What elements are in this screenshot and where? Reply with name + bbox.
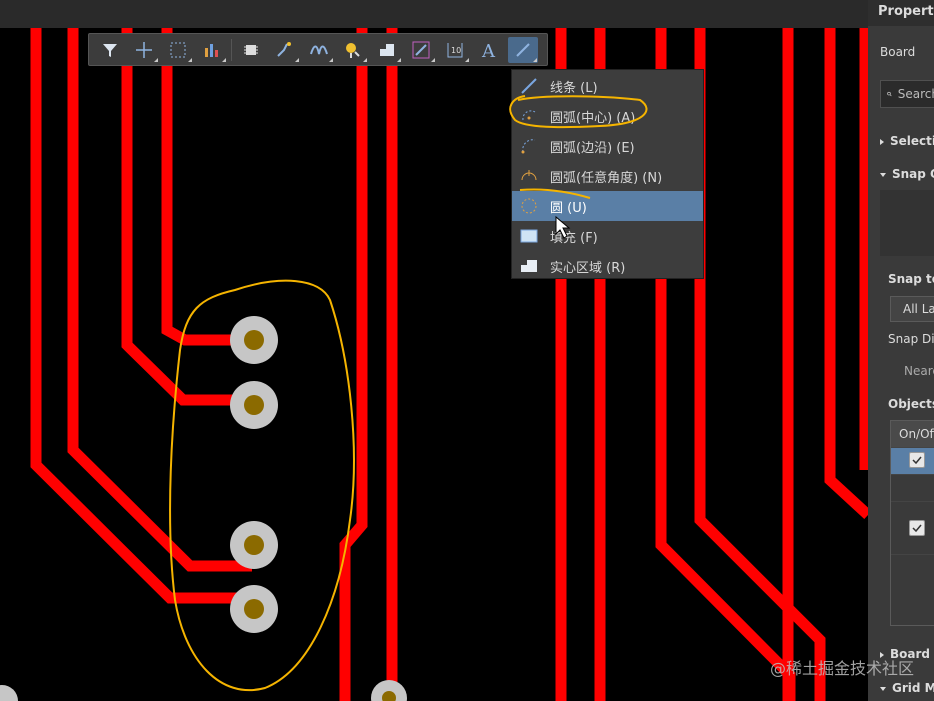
track [339,28,368,701]
cross-icon [136,41,152,58]
menu-item-circle[interactable]: 圆 (U) [512,191,703,221]
chart-icon [205,43,218,57]
filter-icon [103,43,117,57]
route-icon [277,41,291,57]
track [161,28,252,346]
section-grid-manager[interactable]: Grid Manager [880,681,934,695]
solid-region-icon [518,255,540,277]
arc-edge-icon [518,135,540,157]
menu-item-label: 线条 (L) [550,80,598,96]
polygon-button[interactable] [372,37,402,63]
snap-distance-label: Snap Distance [888,332,934,346]
menu-item-label: 圆弧(任意角度) (N) [550,170,663,186]
snap-area [880,190,934,256]
window-top-bar [0,0,868,28]
menu-item-arc-center[interactable]: 圆弧(中心) (A) [512,101,703,131]
objects-table: On/Off [890,420,934,626]
menu-item-line[interactable]: 线条 (L) [512,71,703,101]
cross-button[interactable] [129,37,159,63]
pad-hole [244,535,264,555]
menu-item-label: 圆 (U) [550,200,587,216]
diff-pair-icon [310,45,328,54]
all-layers-button[interactable]: All Layers [890,296,934,322]
search-input[interactable]: Search [880,80,934,108]
filter-button[interactable] [95,37,125,63]
check-icon [912,456,922,465]
align-button[interactable] [197,37,227,63]
snap-to-label: Snap to [888,272,934,286]
active-bar-toolbar: 10 A [88,33,548,66]
checkbox[interactable] [909,520,925,536]
dimension-button[interactable]: 10 [440,37,470,63]
track-button[interactable] [406,37,436,63]
pin-icon [346,42,360,58]
panel-board-label: Board [880,45,916,59]
pad-hole [244,330,264,350]
svg-text:10: 10 [451,46,461,55]
checkbox[interactable] [909,452,925,468]
menu-item-solid-region[interactable]: 实心区域 (R) [512,251,703,281]
text-icon: A [481,41,496,60]
table-row[interactable] [891,554,934,581]
component-icon [244,44,258,55]
section-snap-options[interactable]: Snap Options [880,167,934,181]
text-button[interactable]: A [474,37,504,63]
section-selection-filter[interactable]: Selection Filter [880,134,934,148]
table-row[interactable] [891,474,934,501]
objects-label: Objects for snapping [888,397,934,411]
table-row[interactable] [891,447,934,474]
track-icon [412,41,430,58]
line-icon [518,75,540,97]
diff-pair-button[interactable] [304,37,334,63]
menu-item-label: 圆弧(中心) (A) [550,110,636,126]
search-icon [887,91,892,97]
pcb-canvas[interactable] [0,0,934,701]
line-icon [516,42,530,57]
polygon-icon [380,43,394,56]
select-button[interactable] [163,37,193,63]
pad [0,685,18,701]
menu-item-label: 圆弧(边沿) (E) [550,140,635,156]
arc-center-icon [518,105,540,127]
menu-item-arc-any[interactable]: 圆弧(任意角度) (N) [512,161,703,191]
pad-hole [244,599,264,619]
check-icon [912,524,922,533]
dimension-icon: 10 [447,42,463,57]
select-rect-icon [170,42,186,57]
panel-title: Properties [868,0,934,26]
watermark: @稀土掘金技术社区 [769,659,914,678]
properties-panel: Properties Board Search Selection Filter… [868,0,934,701]
line-dropdown-menu: 线条 (L) 圆弧(中心) (A) 圆弧(边沿) (E) 圆弧(任意角度) (N… [511,69,704,279]
pad-hole [244,395,264,415]
menu-item-label: 填充 (F) [550,230,598,246]
arc-any-icon [518,165,540,187]
menu-item-fill[interactable]: 填充 (F) [512,221,703,251]
menu-item-arc-edge[interactable]: 圆弧(边沿) (E) [512,131,703,161]
circle-icon [518,195,540,217]
table-row[interactable] [891,501,934,554]
search-placeholder: Search [897,87,934,101]
component-button[interactable] [236,37,266,63]
menu-item-label: 实心区域 (R) [550,260,626,276]
line-button[interactable] [508,36,538,63]
table-header-on-off: On/Off [891,421,934,447]
nearest-label: Nearest [904,364,934,378]
route-button[interactable] [270,37,300,63]
via-button[interactable] [338,37,368,63]
svg-text:A: A [481,41,496,60]
fill-icon [518,225,540,247]
